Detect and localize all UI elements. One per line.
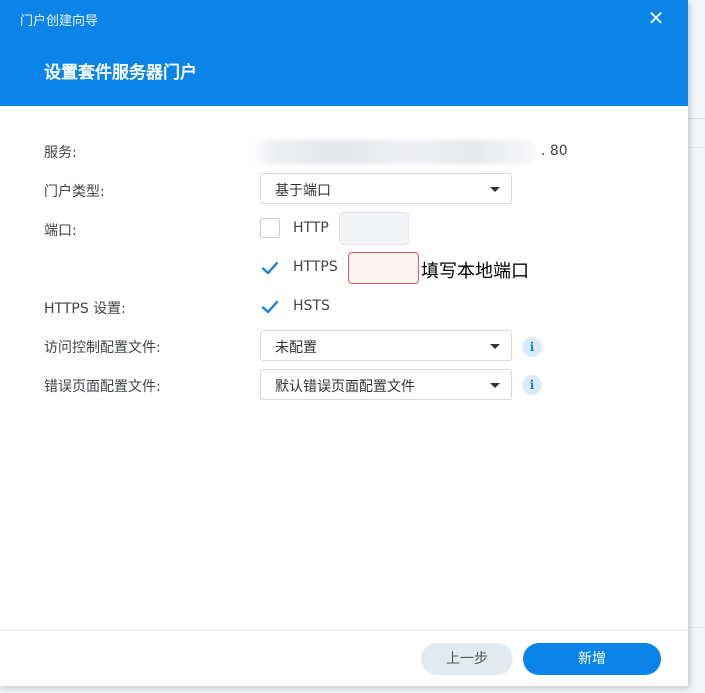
https-checkbox[interactable] [260,258,280,278]
chevron-down-icon [490,344,500,349]
https-label: HTTPS [293,259,338,275]
checkmark-icon [261,261,279,275]
access-control-select[interactable]: 未配置 [260,330,512,361]
portal-type-select[interactable]: 基于端口 [260,173,512,204]
chevron-down-icon [490,187,500,192]
portal-wizard-dialog: 门户创建向导 ✕ 设置套件服务器门户 服务: . 80 门户类型: 基于端口 端… [0,0,688,686]
annotation-text: 填写本地端口 [421,261,529,282]
hsts-label: HSTS [293,298,330,314]
error-page-label: 错误页面配置文件: [44,379,161,395]
footer-divider [0,630,688,631]
background-window [688,0,705,693]
wizard-title: 门户创建向导 [20,14,99,29]
access-control-label: 访问控制配置文件: [44,340,161,356]
background-divider [688,147,705,148]
step-title: 设置套件服务器门户 [44,63,197,83]
chevron-down-icon [490,383,500,388]
background-divider [688,627,705,628]
http-port-input[interactable] [339,212,409,245]
hsts-checkbox[interactable] [260,297,280,317]
info-icon[interactable]: i [522,337,542,357]
port-label: 端口: [44,223,77,239]
http-checkbox[interactable] [260,218,280,238]
background-divider [688,118,705,119]
access-control-value: 未配置 [275,340,317,356]
https-settings-label: HTTPS 设置: [44,301,126,317]
close-icon[interactable]: ✕ [644,6,668,30]
redacted-service-name [252,140,534,164]
error-page-select[interactable]: 默认错误页面配置文件 [260,369,512,400]
add-button[interactable]: 新增 [523,643,661,675]
http-label: HTTP [293,220,329,236]
service-port: . 80 [541,143,568,159]
portal-type-value: 基于端口 [275,183,331,199]
portal-type-label: 门户类型: [44,184,105,200]
service-label: 服务: [44,145,77,161]
checkmark-icon [261,300,279,314]
info-icon[interactable]: i [522,375,542,395]
previous-button[interactable]: 上一步 [421,643,513,675]
dialog-header: 门户创建向导 ✕ 设置套件服务器门户 [0,0,688,106]
https-port-input[interactable] [348,252,419,284]
error-page-value: 默认错误页面配置文件 [275,379,415,395]
